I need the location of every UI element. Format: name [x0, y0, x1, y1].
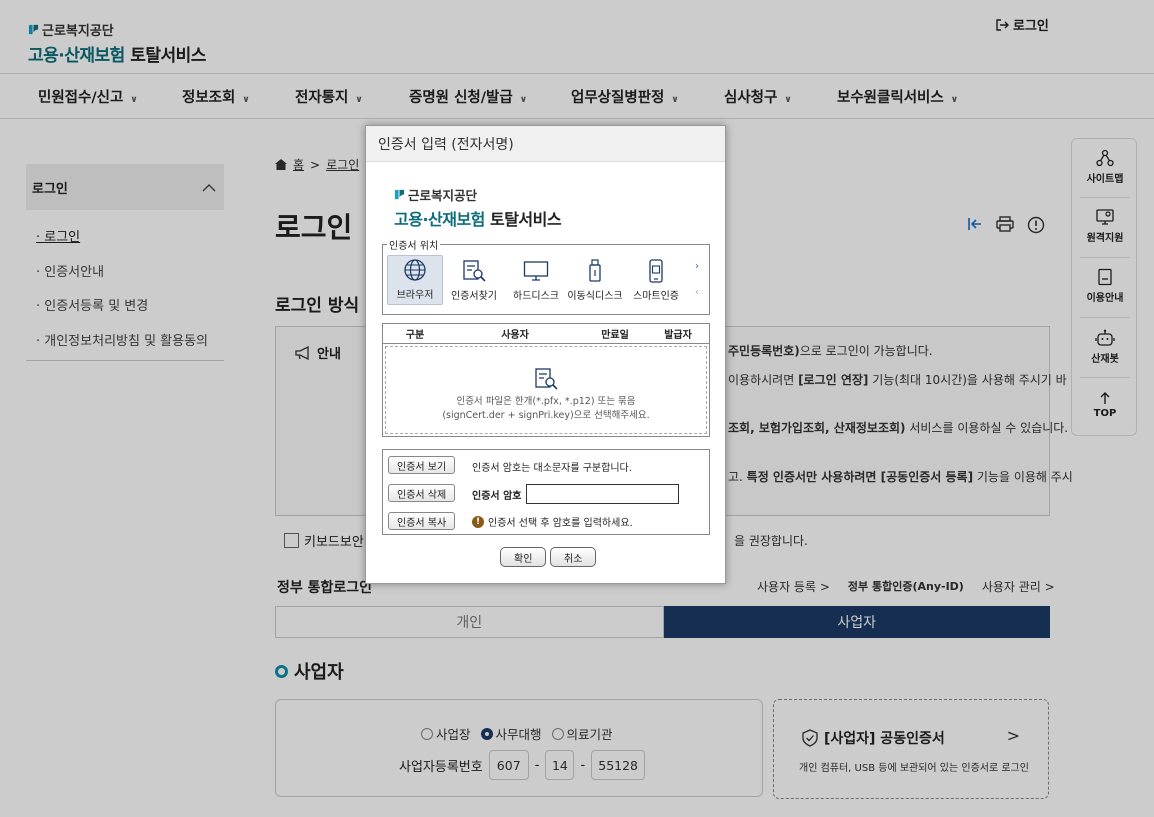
password-label: 인증서 암호	[472, 491, 522, 502]
chevron-left-icon[interactable]: ‹	[695, 287, 699, 298]
cert-operations: 인증서 보기 인증서 암호는 대소문자를 구분합니다. 인증서 삭제 인증서 암…	[382, 449, 710, 535]
column-type: 구분	[405, 330, 425, 341]
cert-search-icon	[463, 260, 486, 282]
column-expiry: 만료일	[601, 330, 629, 341]
copy-cert-button[interactable]: 인증서 복사	[388, 512, 456, 530]
cert-drop-area[interactable]: 인증서 파일은 한개(*.pfx, *.p12) 또는 묶음 (signCert…	[385, 346, 707, 434]
location-browser[interactable]: 브라우저	[387, 255, 443, 305]
location-smart[interactable]: 스마트인증	[628, 255, 684, 305]
ok-button[interactable]: 확인	[500, 547, 547, 567]
cert-empty-text: (signCert.der + signPri.key)으로 선택해주세요.	[442, 410, 650, 422]
globe-icon	[404, 259, 426, 281]
certificate-dialog: 인증서 입력 (전자서명) 근로복지공단 고용·산재보험 토탈서비스 인증서 위…	[365, 125, 726, 584]
cert-location-label: 인증서 위치	[387, 237, 441, 252]
location-cert-search[interactable]: 인증서찾기	[446, 255, 502, 305]
location-removable[interactable]: 이동식디스크	[567, 255, 623, 305]
cert-list-header: 구분 사용자 만료일 발급자	[383, 324, 709, 344]
warning-text: 인증서 선택 후 암호를 입력하세요.	[488, 518, 633, 529]
dialog-logo: 근로복지공단 고용·산재보험 토탈서비스	[394, 185, 562, 230]
service-name-b: 토탈서비스	[489, 210, 562, 229]
logo-mark-icon	[394, 189, 405, 200]
column-user: 사용자	[501, 330, 529, 341]
location-label: 브라우저	[396, 290, 434, 301]
cert-location-group: 인증서 위치 브라우저 인증서찾기 하드디스크 이동식디스크 스마트인증 › ‹	[382, 237, 710, 315]
warning-icon: !	[472, 515, 484, 528]
org-name: 근로복지공단	[408, 188, 478, 203]
cancel-button[interactable]: 취소	[550, 547, 597, 567]
smartphone-icon	[649, 259, 663, 283]
location-label: 이동식디스크	[567, 291, 623, 302]
monitor-icon	[523, 261, 549, 281]
usb-icon	[589, 259, 601, 282]
location-label: 하드디스크	[513, 291, 559, 302]
cert-list: 구분 사용자 만료일 발급자 인증서 파일은 한개(*.pfx, *.p12) …	[382, 323, 710, 437]
dialog-title: 인증서 입력 (전자서명)	[366, 126, 725, 162]
cert-empty-text: 인증서 파일은 한개(*.pfx, *.p12) 또는 묶음	[456, 396, 636, 408]
location-label: 스마트인증	[633, 291, 679, 302]
location-harddisk[interactable]: 하드디스크	[508, 255, 564, 305]
cert-search-icon	[535, 368, 558, 391]
chevron-right-icon[interactable]: ›	[695, 261, 699, 272]
column-issuer: 발급자	[664, 330, 692, 341]
delete-cert-button[interactable]: 인증서 삭제	[388, 484, 456, 502]
cert-password-input[interactable]	[526, 484, 679, 504]
case-note: 인증서 암호는 대소문자를 구분합니다.	[472, 463, 632, 474]
warning-message: ! 인증서 선택 후 암호를 입력하세요.	[472, 514, 633, 529]
location-label: 인증서찾기	[451, 291, 497, 302]
view-cert-button[interactable]: 인증서 보기	[388, 456, 456, 474]
service-name-a: 고용·산재보험	[394, 210, 485, 229]
